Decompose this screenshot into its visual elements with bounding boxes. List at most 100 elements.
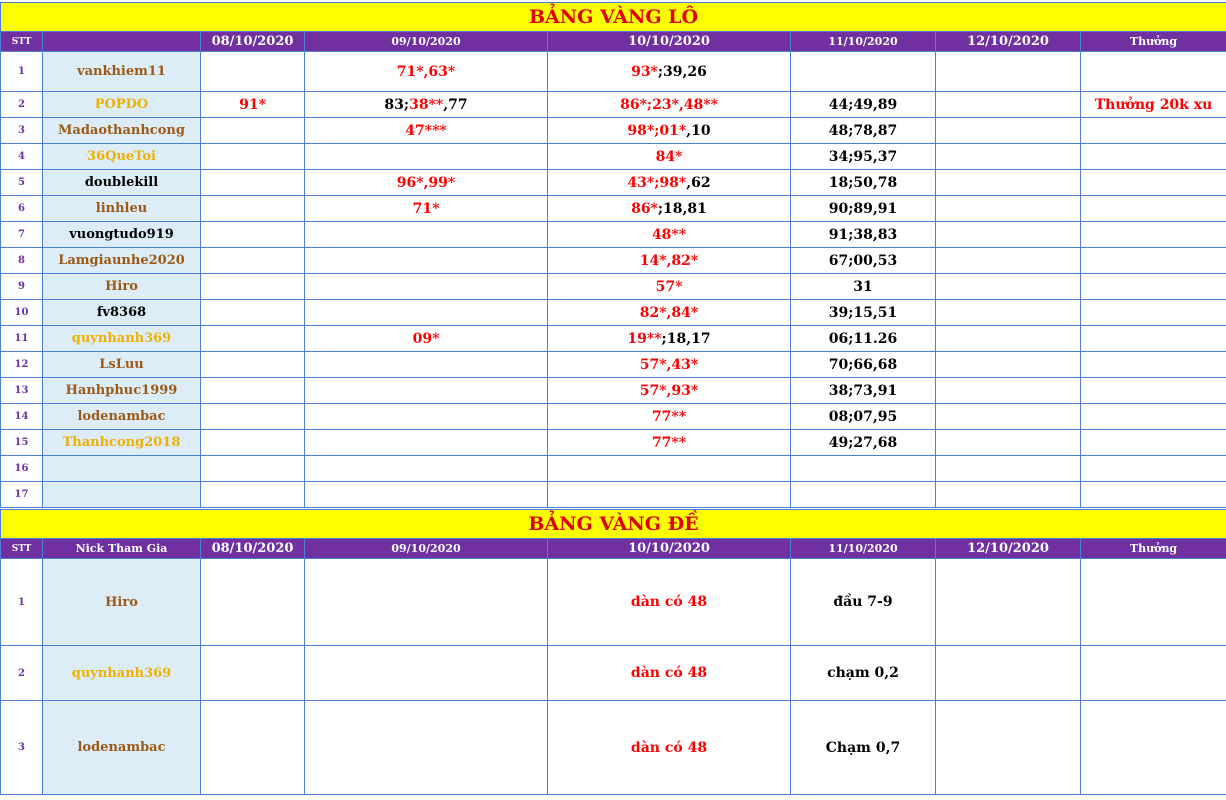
de-cell-d1 <box>200 558 305 646</box>
lo-cell-d1 <box>200 51 305 92</box>
lo-table-row: 15 Thanhcong2018 77** 49;27,68 <box>0 429 1226 456</box>
lo-row-number: 17 <box>0 481 43 508</box>
de-header-row: STT Nick Tham Gia 08/10/2020 09/10/2020 … <box>0 538 1226 559</box>
lo-cell-text: 44;49,89 <box>828 96 898 113</box>
lo-cell-d5 <box>935 403 1081 430</box>
lo-cell-d3: 77** <box>547 429 791 456</box>
lo-nick-cell: doublekill <box>42 169 201 196</box>
lo-nick-cell: POPDO <box>42 91 201 118</box>
lo-nick-cell: Lamgiaunhe2020 <box>42 247 201 274</box>
lo-title: BẢNG VÀNG LÔ <box>0 2 1226 32</box>
lo-cell-d4 <box>790 455 936 482</box>
lo-cell-d3: 86*;18,81 <box>547 195 791 222</box>
lo-row-number: 1 <box>0 51 43 92</box>
de-header-nick: Nick Tham Gia <box>42 538 201 559</box>
lo-cell-reward <box>1079 195 1226 222</box>
lo-cell-text: 18;50,78 <box>828 174 898 191</box>
de-row-number: 1 <box>0 558 43 646</box>
lo-row-number: 3 <box>0 117 43 144</box>
de-cell-d2 <box>304 645 548 701</box>
lo-cell-d2 <box>304 247 548 274</box>
lo-cell-text: 34;95,37 <box>828 148 898 165</box>
lo-cell-d2: 71* <box>304 195 548 222</box>
lo-cell-d1 <box>200 455 305 482</box>
lo-row-number: 8 <box>0 247 43 274</box>
lo-header-date-1: 08/10/2020 <box>200 31 305 52</box>
lo-cell-text: 93* <box>631 63 658 80</box>
lo-cell-d1 <box>200 273 305 300</box>
de-nick-cell: lodenambac <box>42 700 201 795</box>
lo-cell-text: ;18,17 <box>661 330 711 347</box>
lo-row-number: 4 <box>0 143 43 170</box>
de-header-date-4: 11/10/2020 <box>790 538 936 559</box>
de-cell-d3: dàn có 48 <box>547 700 791 795</box>
lo-row-number: 5 <box>0 169 43 196</box>
de-cell-reward <box>1079 645 1226 701</box>
lo-table-row: 3 Madaothanhcong 47*** 98*;01*,10 48;78,87 <box>0 117 1226 144</box>
lo-row-number: 12 <box>0 351 43 378</box>
lo-cell-d3 <box>547 455 791 482</box>
lo-cell-d2 <box>304 377 548 404</box>
de-cell-text: dàn có 48 <box>630 594 708 610</box>
lo-table-row: 13 Hanhphuc1999 57*,93* 38;73,91 <box>0 377 1226 404</box>
lo-header-nick <box>42 31 201 52</box>
lo-cell-text: 43*;98* <box>627 174 687 191</box>
lo-cell-d2: 09* <box>304 325 548 352</box>
lo-cell-d3: 14*,82* <box>547 247 791 274</box>
lo-cell-reward: Thưởng 20k xu <box>1079 91 1226 118</box>
lo-nick-cell: vuongtudo919 <box>42 221 201 248</box>
lo-cell-d4: 18;50,78 <box>790 169 936 196</box>
lo-cell-d2 <box>304 455 548 482</box>
lo-cell-reward <box>1079 429 1226 456</box>
de-cell-d4: đầu 7-9 <box>790 558 936 646</box>
lo-header-row: STT 08/10/2020 09/10/2020 10/10/2020 11/… <box>0 31 1226 52</box>
lo-cell-text: 49;27,68 <box>828 434 898 451</box>
lo-cell-d2: 96*,99* <box>304 169 548 196</box>
lo-nick-cell: Hanhphuc1999 <box>42 377 201 404</box>
lo-nick-cell: vankhiem11 <box>42 51 201 92</box>
de-cell-d1 <box>200 700 305 795</box>
lo-row-number: 6 <box>0 195 43 222</box>
lo-cell-text: 57*,43* <box>639 356 699 373</box>
lo-table-row: 1 vankhiem11 71*,63* 93*;39,26 <box>0 51 1226 92</box>
lo-table-row: 12 LsLuu 57*,43* 70;66,68 <box>0 351 1226 378</box>
lo-cell-d2 <box>304 403 548 430</box>
lo-cell-d4: 44;49,89 <box>790 91 936 118</box>
de-header-date-1: 08/10/2020 <box>200 538 305 559</box>
lo-cell-d2: 47*** <box>304 117 548 144</box>
lo-cell-d5 <box>935 455 1081 482</box>
de-cell-d5 <box>935 558 1081 646</box>
lo-table-row: 8 Lamgiaunhe2020 14*,82* 67;00,53 <box>0 247 1226 274</box>
lo-cell-text: 82*,84* <box>639 304 699 321</box>
lo-cell-d3: 93*;39,26 <box>547 51 791 92</box>
lo-cell-text: ;18,81 <box>657 200 707 217</box>
lo-cell-reward <box>1079 481 1226 508</box>
lo-cell-d4: 70;66,68 <box>790 351 936 378</box>
de-cell-d5 <box>935 700 1081 795</box>
lo-cell-d1 <box>200 351 305 378</box>
lo-cell-text: ,77 <box>443 96 468 113</box>
lo-cell-d4: 67;00,53 <box>790 247 936 274</box>
lo-cell-d5 <box>935 51 1081 92</box>
de-header-date-2: 09/10/2020 <box>304 538 548 559</box>
lo-cell-d2 <box>304 143 548 170</box>
lo-cell-text: Thưởng 20k xu <box>1094 96 1213 113</box>
lo-cell-d1 <box>200 481 305 508</box>
lo-cell-text: 47*** <box>405 122 447 139</box>
lo-cell-text: ;39,26 <box>657 63 707 80</box>
lo-cell-text: 90;89,91 <box>828 200 898 217</box>
lo-cell-reward <box>1079 325 1226 352</box>
lo-nick-cell: Hiro <box>42 273 201 300</box>
lo-cell-d3: 82*,84* <box>547 299 791 326</box>
lo-cell-d4: 38;73,91 <box>790 377 936 404</box>
lo-cell-reward <box>1079 221 1226 248</box>
lo-cell-reward <box>1079 51 1226 92</box>
lo-cell-reward <box>1079 299 1226 326</box>
lo-cell-d1 <box>200 429 305 456</box>
lo-cell-text: 09* <box>412 330 440 347</box>
de-table-row: 1 Hiro dàn có 48 đầu 7-9 <box>0 558 1226 646</box>
de-header-reward: Thưởng <box>1079 538 1226 559</box>
lo-nick-cell: lodenambac <box>42 403 201 430</box>
lo-cell-d5 <box>935 91 1081 118</box>
lo-nick-cell <box>42 481 201 508</box>
